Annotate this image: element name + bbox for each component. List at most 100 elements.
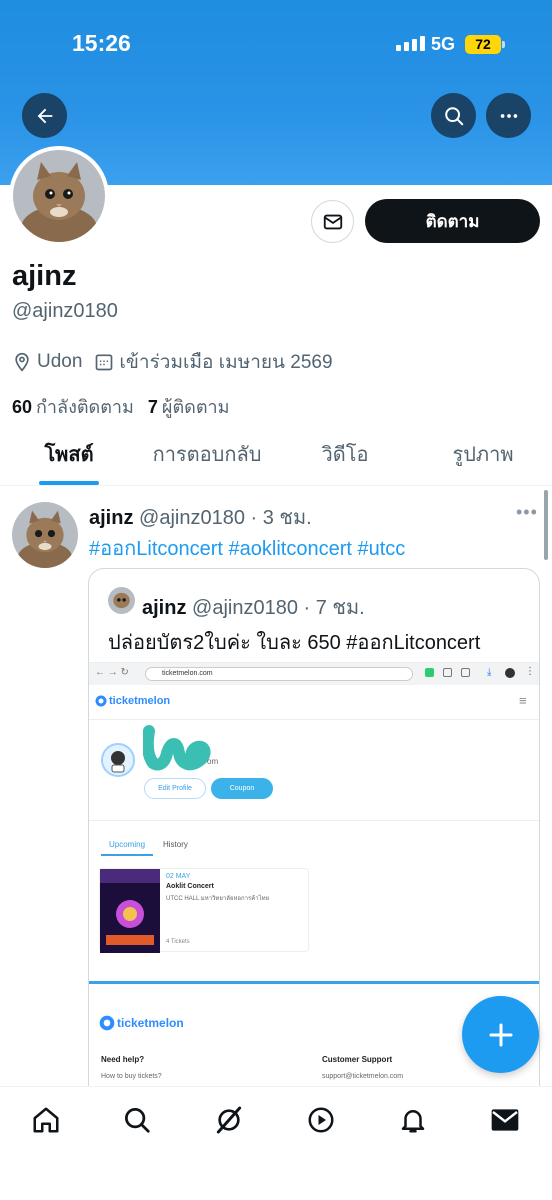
post-time: · 3 ชม.: [250, 507, 312, 529]
post-text[interactable]: #ออกLitconcert #aoklitconcert #utcc: [89, 532, 405, 564]
melon-icon: [99, 1015, 115, 1031]
ticketmelon-logo: ticketmelon: [95, 695, 170, 707]
post-avatar[interactable]: [12, 502, 78, 568]
more-icon: [500, 113, 517, 118]
search-button[interactable]: [431, 93, 476, 138]
kitten-avatar-image: [108, 587, 135, 614]
logo-text: ticketmelon: [117, 1016, 184, 1030]
nav-messages[interactable]: [488, 1103, 522, 1137]
tab-videos[interactable]: วิดีโอ: [276, 430, 414, 485]
footer-logo: ticketmelon: [99, 1015, 184, 1031]
plus-icon: [489, 1023, 512, 1046]
post-handle[interactable]: @ajinz0180: [139, 507, 245, 529]
signal-icon: [396, 36, 425, 51]
event-name: Aoklit Concert: [166, 883, 214, 890]
bottom-nav: [0, 1086, 552, 1200]
following-count: 60: [12, 397, 33, 417]
event-tickets: 4 Tickets: [166, 939, 190, 945]
profile-avatar[interactable]: [9, 146, 109, 246]
divider: [89, 820, 539, 821]
site-tab-history: History: [163, 840, 188, 849]
scrollbar[interactable]: [544, 490, 548, 560]
redacted-scribble: [143, 725, 211, 771]
customer-support: Customer Support: [322, 1055, 393, 1064]
download-icon: ⤓: [487, 667, 492, 678]
battery-tip: [502, 41, 505, 48]
search-icon: [444, 106, 463, 125]
event-date: 02 MAY: [166, 873, 191, 880]
melon-icon: [95, 695, 107, 707]
edit-profile-button: Edit Profile: [144, 778, 206, 799]
divider: [89, 719, 539, 720]
nav-home[interactable]: [29, 1103, 63, 1137]
support-email: support@ticketmelon.com: [322, 1073, 404, 1080]
profile-stats: 60 กำลังติดตาม 7 ผู้ติดตาม: [12, 392, 230, 421]
video-icon: [308, 1107, 334, 1133]
followers-count: 7: [147, 397, 158, 417]
more-button[interactable]: [486, 93, 531, 138]
status-time: 15:26: [72, 30, 131, 56]
quoted-author: ajinz: [142, 597, 187, 619]
status-bar: 15:26 5G 72: [0, 0, 552, 90]
profile-handle: @ajinz0180: [12, 300, 118, 322]
nav-notifications[interactable]: [396, 1103, 430, 1137]
tab-label: วิดีโอ: [321, 444, 369, 466]
profile-joined: เข้าร่วมเมือ เมษายน 2569: [119, 352, 333, 373]
post-more-icon[interactable]: •••: [516, 502, 538, 523]
mail-icon: [491, 1109, 519, 1131]
nav-search[interactable]: [120, 1103, 154, 1137]
followers-label: ผู้ติดตาม: [161, 397, 230, 417]
tab-photos[interactable]: รูปภาพ: [414, 430, 552, 485]
nav-grok[interactable]: [212, 1103, 246, 1137]
kitten-avatar-image: [12, 502, 78, 568]
browser-nav-icons: ← → ↻: [95, 667, 129, 678]
how-to-buy: How to buy tickets?: [101, 1073, 162, 1080]
extension-icon: [425, 668, 434, 677]
quoted-time: · 7 ชม.: [303, 597, 365, 619]
coupon-button: Coupon: [211, 778, 273, 799]
hamburger-icon: ≡: [519, 693, 527, 708]
search-icon: [125, 1108, 150, 1133]
event-venue: UTCC HALL มหาวิทยาลัยหอการค้าไทย: [166, 896, 270, 902]
followers-link[interactable]: 7 ผู้ติดตาม: [148, 392, 230, 421]
bell-icon: [401, 1110, 425, 1133]
grok-icon: [216, 1106, 242, 1134]
browser-url: ticketmelon.com: [145, 667, 413, 681]
post-author[interactable]: ajinz: [89, 507, 133, 529]
kitten-avatar-image: [13, 150, 105, 242]
tab-underline: [39, 481, 99, 485]
follow-button[interactable]: ติดตาม: [365, 199, 540, 243]
back-button[interactable]: [22, 93, 67, 138]
event-card: 02 MAY Aoklit Concert UTCC HALL มหาวิทยา…: [99, 868, 309, 953]
astronaut-icon: [111, 751, 125, 773]
profile-name: ajinz: [12, 260, 77, 292]
footer-bar: [89, 981, 539, 984]
message-button[interactable]: [311, 200, 354, 243]
need-help: Need help?: [101, 1055, 145, 1064]
quoted-header: ajinz @ajinz0180 · 7 ชม.: [142, 591, 365, 623]
battery-icon: 72: [465, 35, 501, 54]
profile-location: Udon: [37, 351, 83, 372]
tab-posts[interactable]: โพสต์: [0, 430, 138, 485]
network-type: 5G: [431, 34, 456, 54]
tab-label: รูปภาพ: [452, 444, 514, 466]
following-label: กำลังติดตาม: [36, 397, 134, 417]
following-link[interactable]: 60 กำลังติดตาม: [12, 392, 134, 421]
puzzle-icon: [461, 668, 470, 677]
profile-tabs: โพสต์ การตอบกลับ วิดีโอ รูปภาพ: [0, 430, 552, 486]
menu-icon: ⋮: [525, 666, 535, 677]
quoted-text: ปล่อยบัตร2ใบค่ะ ใบละ 650 #ออกLitconcert: [108, 632, 481, 654]
tab-label: โพสต์: [44, 444, 94, 466]
calendar-icon: [96, 354, 113, 371]
tab-replies[interactable]: การตอบกลับ: [138, 430, 276, 485]
profile-icon: [505, 668, 515, 678]
arrow-left-icon: [37, 108, 52, 123]
quoted-handle: @ajinz0180: [192, 597, 298, 619]
compose-button[interactable]: [462, 996, 539, 1073]
post-header: ajinz @ajinz0180 · 3 ชม.: [89, 501, 312, 533]
logo-text: ticketmelon: [109, 695, 171, 707]
profile-meta: Udon เข้าร่วมเมือ เมษายน 2569: [12, 347, 345, 377]
tab-label: การตอบกลับ: [152, 444, 262, 466]
nav-video[interactable]: [304, 1103, 338, 1137]
home-icon: [33, 1107, 59, 1133]
